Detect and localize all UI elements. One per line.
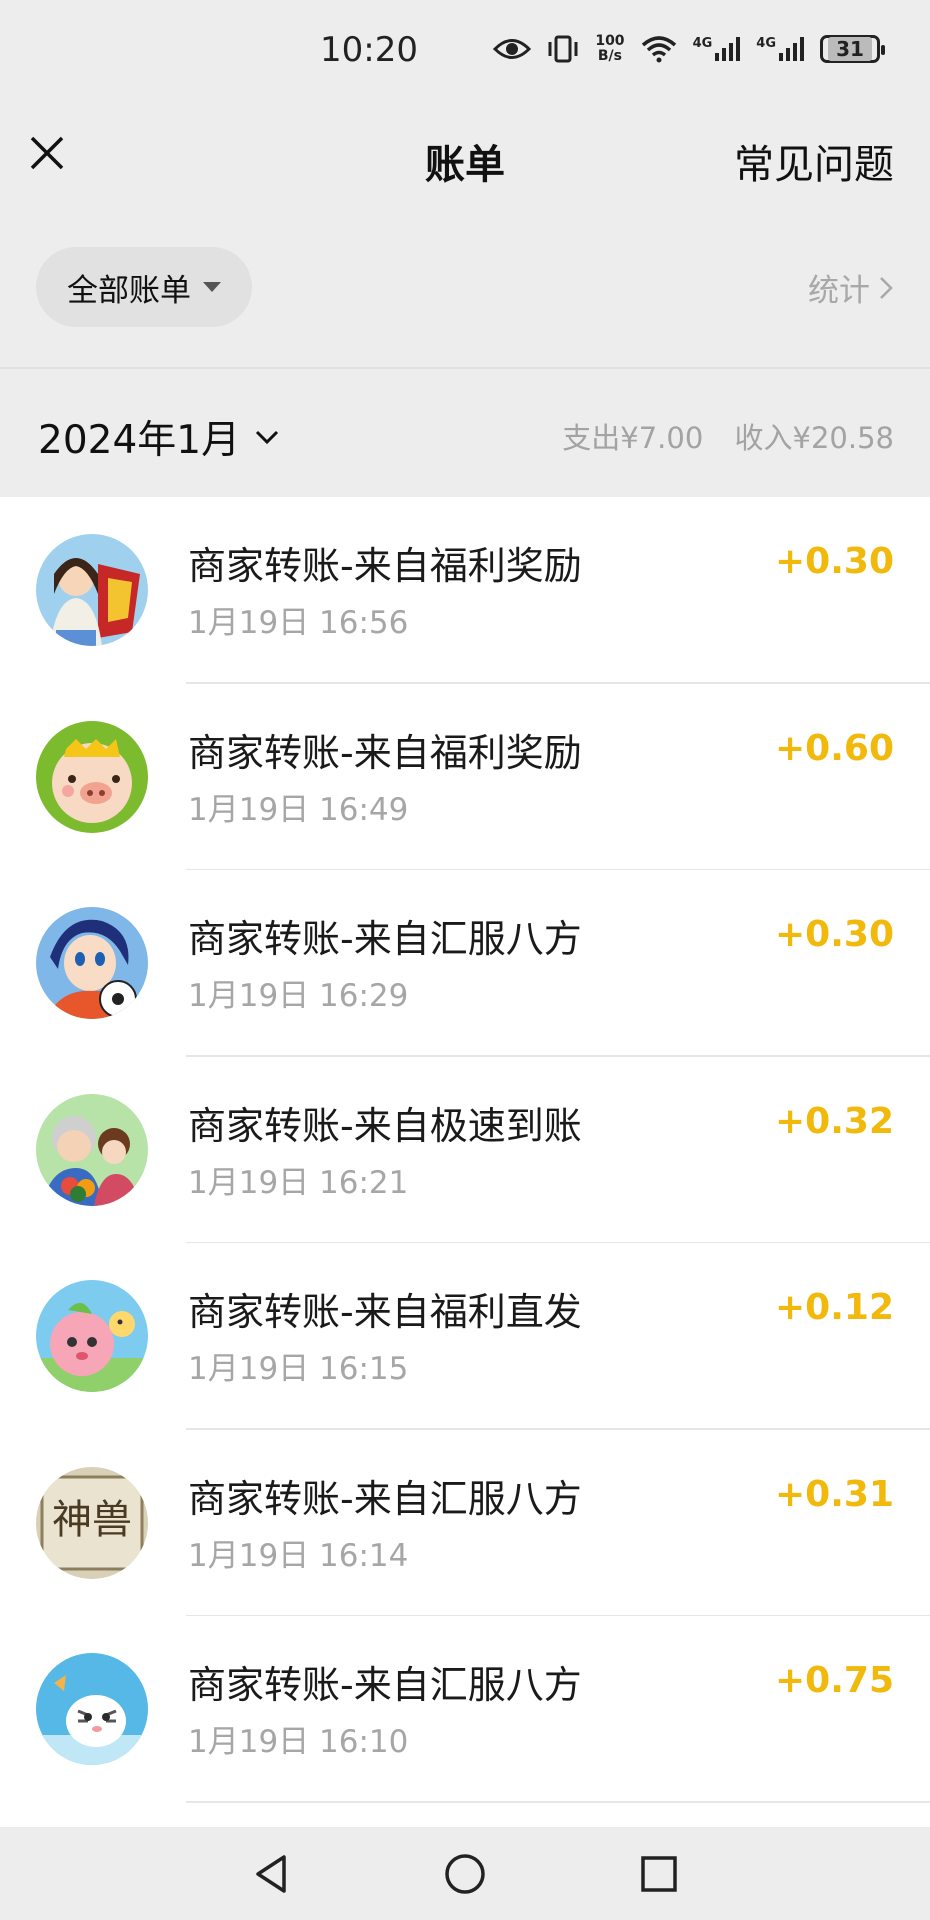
game-avatar-pink-blob <box>36 1280 148 1392</box>
transaction-amount: +0.31 <box>775 1473 894 1515</box>
signal-icon: 4G <box>693 36 741 62</box>
vibrate-icon <box>547 34 579 64</box>
bill-filter-dropdown[interactable]: 全部账单 <box>36 247 252 327</box>
list-item[interactable]: 商家转账-来自福利直发 1月19日 16:15 +0.12 <box>0 1243 930 1430</box>
transaction-amount: +0.75 <box>775 1660 894 1701</box>
month-summary: 支出¥7.00 收入¥20.58 <box>562 415 894 457</box>
system-nav-bar <box>0 1827 930 1920</box>
stats-link[interactable]: 统计 <box>808 265 894 310</box>
transaction-time: 1月19日 16:21 <box>188 1164 409 1201</box>
game-avatar-calligraphy: 神兽 <box>36 1466 148 1579</box>
transaction-time: 1月19日 16:14 <box>188 1537 409 1574</box>
transaction-amount: +0.30 <box>775 541 894 582</box>
transaction-title: 商家转账-来自汇服八方 <box>188 1663 582 1707</box>
list-item[interactable]: 商家转账-来自极速到账 1月19日 16:21 +0.32 <box>0 1057 930 1243</box>
game-avatar-tiger <box>36 1653 148 1765</box>
transaction-amount: +0.12 <box>775 1287 894 1328</box>
list-item[interactable]: 商家转账-来自福利奖励 1月19日 16:49 +0.60 <box>0 684 930 870</box>
transaction-time: 1月19日 16:10 <box>188 1724 409 1760</box>
month-expense: 支出¥7.00 <box>562 421 704 455</box>
wifi-icon <box>641 35 677 63</box>
game-avatar-grandma <box>36 1093 148 1206</box>
transaction-title: 商家转账-来自福利奖励 <box>188 544 582 588</box>
network-speed: 100 B/s <box>595 33 625 64</box>
stats-label: 统计 <box>808 273 870 309</box>
transaction-title: 商家转账-来自极速到账 <box>188 1103 582 1148</box>
month-header: 2024年1月 支出¥7.00 收入¥20.58 <box>0 369 930 497</box>
transaction-time: 1月19日 16:49 <box>188 791 409 828</box>
faq-link[interactable]: 常见问题 <box>734 132 894 190</box>
status-icons: 100 B/s 4G 4G 31 <box>493 33 885 64</box>
chevron-down-icon <box>256 430 279 445</box>
transaction-list: 商家转账-来自福利奖励 1月19日 16:56 +0.30 商家转账-来自福利奖… <box>0 497 930 1827</box>
eye-icon <box>493 36 532 62</box>
back-triangle-icon[interactable] <box>248 1849 298 1899</box>
list-divider <box>186 1801 930 1803</box>
month-label: 2024年1月 <box>38 418 241 463</box>
status-time: 10:20 <box>320 30 418 70</box>
list-item[interactable]: 神兽 商家转账-来自汇服八方 1月19日 16:14 +0.31 <box>0 1430 930 1616</box>
calligraphy-text: 神兽 <box>52 1497 132 1543</box>
status-bar: 10:20 100 B/s 4G 4G 31 <box>0 0 930 110</box>
transaction-time: 1月19日 16:56 <box>188 605 409 641</box>
filter-row: 全部账单 统计 <box>0 240 930 330</box>
month-picker[interactable]: 2024年1月 <box>38 409 280 465</box>
list-item[interactable]: 商家转账-来自汇服八方 1月19日 16:29 +0.30 <box>0 870 930 1057</box>
header: 账单 常见问题 <box>0 110 930 200</box>
transaction-title: 商家转账-来自福利直发 <box>188 1290 582 1334</box>
home-circle-icon[interactable] <box>440 1849 490 1899</box>
bill-filter-label: 全部账单 <box>67 272 191 309</box>
chevron-right-icon <box>880 276 893 299</box>
transaction-time: 1月19日 16:15 <box>188 1351 409 1387</box>
battery-level: 31 <box>828 37 872 61</box>
transaction-amount: +0.32 <box>775 1100 894 1142</box>
transaction-amount: +0.60 <box>775 727 894 769</box>
transaction-title: 商家转账-来自汇服八方 <box>188 917 582 961</box>
signal-icon: 4G <box>756 36 804 62</box>
transaction-amount: +0.30 <box>775 914 894 955</box>
battery-icon: 31 <box>820 35 885 63</box>
game-avatar-pig <box>36 720 148 833</box>
month-income: 收入¥20.58 <box>734 421 894 455</box>
recents-square-icon[interactable] <box>634 1849 684 1899</box>
game-avatar-soccer-girl <box>36 907 148 1019</box>
transaction-title: 商家转账-来自福利奖励 <box>188 730 582 775</box>
transaction-title: 商家转账-来自汇服八方 <box>188 1476 582 1521</box>
game-avatar-girl-shield <box>36 534 148 646</box>
list-item[interactable]: 商家转账-来自汇服八方 1月19日 16:10 +0.75 <box>0 1616 930 1803</box>
transaction-time: 1月19日 16:29 <box>188 978 409 1014</box>
list-item[interactable]: 商家转账-来自福利奖励 1月19日 16:56 +0.30 <box>0 497 930 684</box>
caret-down-icon <box>203 282 221 292</box>
